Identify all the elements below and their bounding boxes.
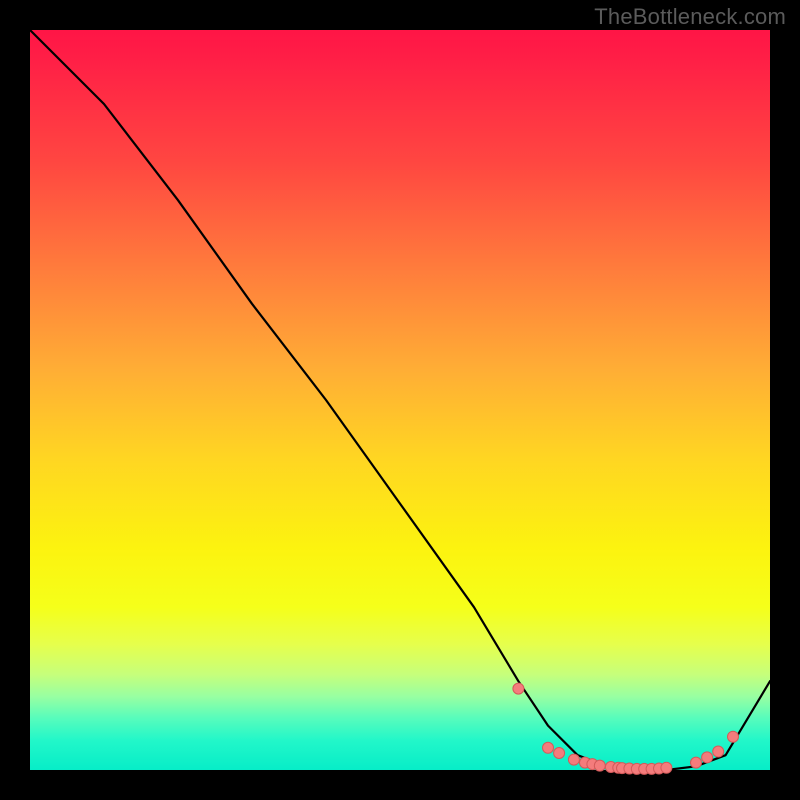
curve-svg <box>30 30 770 770</box>
chart-frame: TheBottleneck.com <box>0 0 800 800</box>
bottleneck-curve <box>30 30 770 770</box>
curve-marker <box>513 683 524 694</box>
plot-area <box>30 30 770 770</box>
curve-marker <box>568 754 579 765</box>
curve-marker <box>691 757 702 768</box>
curve-marker <box>728 731 739 742</box>
curve-marker <box>594 760 605 771</box>
curve-marker <box>661 762 672 773</box>
watermark-label: TheBottleneck.com <box>594 4 786 30</box>
curve-marker <box>554 748 565 759</box>
curve-marker <box>713 746 724 757</box>
curve-markers <box>513 683 739 774</box>
curve-marker <box>702 752 713 763</box>
curve-marker <box>543 742 554 753</box>
